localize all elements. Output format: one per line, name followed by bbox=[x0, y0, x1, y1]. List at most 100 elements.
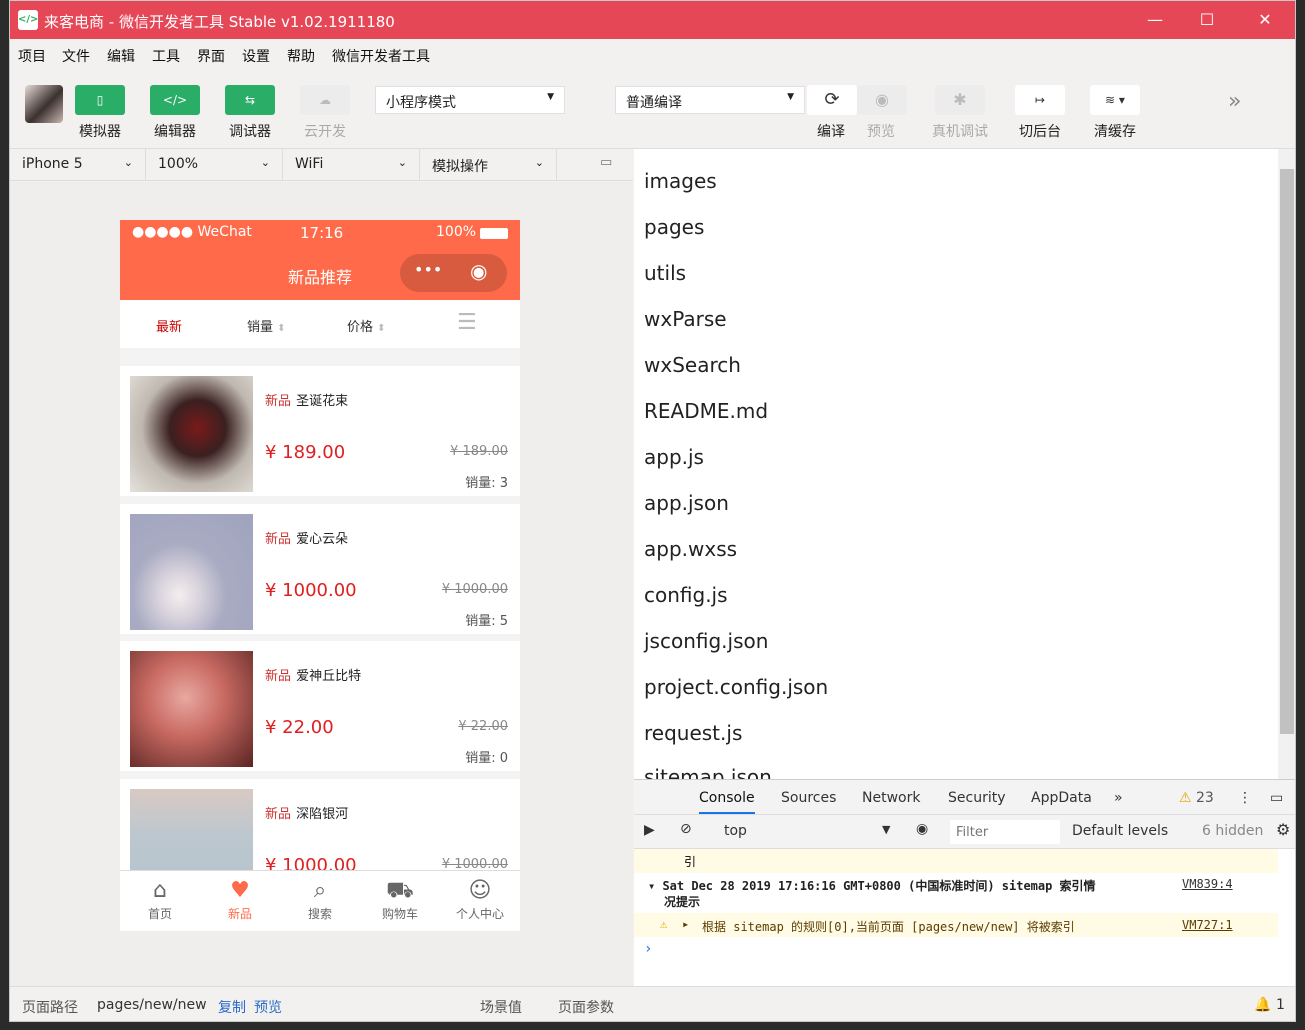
file-item[interactable]: wxParse bbox=[644, 307, 727, 331]
tab-security[interactable]: Security bbox=[948, 790, 1006, 806]
tab-search[interactable]: ⌕ 搜索 bbox=[280, 871, 360, 931]
notification-count: 1 bbox=[1276, 997, 1285, 1013]
dock-icon[interactable]: ▭ bbox=[1270, 790, 1283, 806]
more-chevron-icon[interactable]: » bbox=[1228, 89, 1241, 114]
menu-help[interactable]: 帮助 bbox=[287, 46, 315, 66]
operation-select[interactable]: 模拟操作 ⌄ bbox=[420, 149, 557, 181]
background-label: 切后台 bbox=[1019, 124, 1061, 140]
phone-icon: ▯ bbox=[96, 93, 104, 107]
maximize-button[interactable]: ☐ bbox=[1192, 9, 1222, 31]
preview-link[interactable]: 预览 bbox=[254, 997, 282, 1017]
close-target-icon[interactable]: ◉ bbox=[470, 259, 487, 283]
debug-arrows-icon: ⇆ bbox=[244, 93, 256, 107]
log-source-link[interactable]: VM727:1 bbox=[1182, 918, 1233, 932]
console-prompt[interactable]: › bbox=[644, 941, 652, 957]
background-button[interactable]: ↦ bbox=[1015, 85, 1065, 115]
compile-button[interactable]: ⟳ bbox=[807, 85, 857, 115]
file-item[interactable]: jsconfig.json bbox=[644, 629, 768, 653]
eye-icon: ◉ bbox=[875, 90, 889, 109]
filter-input[interactable] bbox=[950, 820, 1060, 844]
more-tabs-icon[interactable]: » bbox=[1114, 790, 1123, 806]
caret-down-icon: ▼ bbox=[547, 92, 554, 102]
sort-price[interactable]: 价格 ⬍ bbox=[347, 316, 386, 335]
tab-appdata[interactable]: AppData bbox=[1031, 790, 1092, 806]
list-item[interactable]: 新品 圣诞花束 ¥ 189.00 ¥ 189.00 销量: 3 bbox=[120, 366, 520, 496]
tab-cart[interactable]: ⛟ 购物车 bbox=[360, 871, 440, 931]
levels-select[interactable]: Default levels bbox=[1072, 823, 1168, 839]
sort-newest[interactable]: 最新 bbox=[156, 316, 182, 335]
list-item[interactable]: 新品 爱心云朵 ¥ 1000.00 ¥ 1000.00 销量: 5 bbox=[120, 504, 520, 634]
list-item[interactable]: 新品 爱神丘比特 ¥ 22.00 ¥ 22.00 销量: 0 bbox=[120, 641, 520, 771]
switch-background-icon: ↦ bbox=[1034, 93, 1046, 107]
menu-tools[interactable]: 工具 bbox=[152, 46, 180, 66]
clear-console-icon[interactable]: ⊘ bbox=[680, 821, 692, 837]
eye-icon[interactable]: ◉ bbox=[916, 821, 928, 837]
new-tag: 新品 bbox=[265, 807, 292, 822]
preview-button[interactable]: ◉ bbox=[857, 85, 907, 115]
menu-edit[interactable]: 编辑 bbox=[107, 46, 135, 66]
device-select[interactable]: iPhone 5 ⌄ bbox=[10, 149, 146, 181]
tab-label: 购物车 bbox=[381, 907, 418, 921]
scrollbar-thumb[interactable] bbox=[1280, 169, 1294, 734]
file-item[interactable]: app.js bbox=[644, 445, 704, 469]
menu-project[interactable]: 项目 bbox=[18, 46, 46, 66]
clear-cache-button[interactable]: ≋ ▾ bbox=[1090, 85, 1140, 115]
debugger-button[interactable]: ⇆ bbox=[225, 85, 275, 115]
editor-button[interactable]: </> bbox=[150, 85, 200, 115]
remote-debug-button[interactable]: ✱ bbox=[935, 85, 985, 115]
gear-icon[interactable]: ⚙ bbox=[1276, 820, 1290, 839]
file-item[interactable]: pages bbox=[644, 215, 704, 239]
menu-settings[interactable]: 设置 bbox=[242, 46, 270, 66]
file-item[interactable]: project.config.json bbox=[644, 675, 828, 699]
console-warning-row[interactable]: ⚠ ▸ 根据 sitemap 的规则[0],当前页面 [pages/new/ne… bbox=[634, 913, 1278, 937]
file-list-scrollbar[interactable] bbox=[1278, 149, 1295, 779]
file-item[interactable]: app.wxss bbox=[644, 537, 737, 561]
menu-devtools[interactable]: 微信开发者工具 bbox=[332, 46, 430, 66]
tab-label: 首页 bbox=[147, 907, 172, 921]
sort-sales[interactable]: 销量 ⬍ bbox=[247, 316, 286, 335]
expand-arrow-icon[interactable]: ▸ bbox=[682, 917, 689, 931]
sidebar-toggle-icon[interactable]: ▶ bbox=[644, 822, 655, 838]
price: ¥ 1000.00 bbox=[265, 580, 357, 601]
close-button[interactable]: ✕ bbox=[1250, 9, 1280, 31]
file-item[interactable]: README.md bbox=[644, 399, 768, 423]
tab-home[interactable]: ⌂ 首页 bbox=[120, 871, 200, 931]
minimize-button[interactable]: — bbox=[1140, 9, 1170, 31]
page-params-button[interactable]: 页面参数 bbox=[558, 997, 614, 1017]
log-text: 根据 sitemap 的规则[0],当前页面 [pages/new/new] 将… bbox=[702, 920, 1075, 934]
file-item[interactable]: utils bbox=[644, 261, 686, 285]
scene-button[interactable]: 场景值 bbox=[480, 997, 522, 1017]
detach-window-icon[interactable]: ▭ bbox=[600, 155, 612, 170]
menu-file[interactable]: 文件 bbox=[62, 46, 90, 66]
cloud-button[interactable]: ☁ bbox=[300, 85, 350, 115]
compile-mode-select[interactable]: 普通编译 ▼ bbox=[615, 86, 805, 114]
log-source-link[interactable]: VM839:4 bbox=[1182, 877, 1233, 891]
search-icon: ⌕ bbox=[313, 878, 327, 903]
context-select[interactable]: top bbox=[724, 823, 747, 839]
sales-count: 销量: 5 bbox=[465, 614, 508, 629]
file-item[interactable]: config.js bbox=[644, 583, 728, 607]
file-item[interactable]: images bbox=[644, 169, 717, 193]
network-select[interactable]: WiFi ⌄ bbox=[283, 149, 420, 181]
file-item[interactable]: wxSearch bbox=[644, 353, 741, 377]
bell-icon[interactable]: 🔔 bbox=[1254, 997, 1271, 1013]
more-dots-icon[interactable]: ••• bbox=[414, 260, 442, 279]
zoom-select[interactable]: 100% ⌄ bbox=[146, 149, 283, 181]
avatar[interactable] bbox=[25, 85, 63, 123]
file-item[interactable]: request.js bbox=[644, 721, 742, 745]
log-group-header[interactable]: ▾ Sat Dec 28 2019 17:16:16 GMT+0800 (中国标… bbox=[648, 877, 1096, 894]
menu-view[interactable]: 界面 bbox=[197, 46, 225, 66]
file-item[interactable]: app.json bbox=[644, 491, 729, 515]
tab-sources[interactable]: Sources bbox=[781, 790, 836, 806]
copy-link[interactable]: 复制 bbox=[218, 997, 246, 1017]
mode-select[interactable]: 小程序模式 ▼ bbox=[375, 86, 565, 114]
console-output: 引 ▾ Sat Dec 28 2019 17:16:16 GMT+0800 (中… bbox=[634, 849, 1295, 986]
tab-console[interactable]: Console bbox=[699, 790, 755, 814]
simulator-button[interactable]: ▯ bbox=[75, 85, 125, 115]
list-view-icon[interactable]: ☰ bbox=[457, 310, 477, 335]
tab-network[interactable]: Network bbox=[862, 790, 920, 806]
kebab-menu-icon[interactable]: ⋮ bbox=[1238, 790, 1252, 806]
warning-count[interactable]: 23 bbox=[1196, 790, 1214, 806]
tab-new[interactable]: ♥ 新品 bbox=[200, 871, 280, 931]
tab-profile[interactable]: ☺ 个人中心 bbox=[440, 871, 520, 931]
